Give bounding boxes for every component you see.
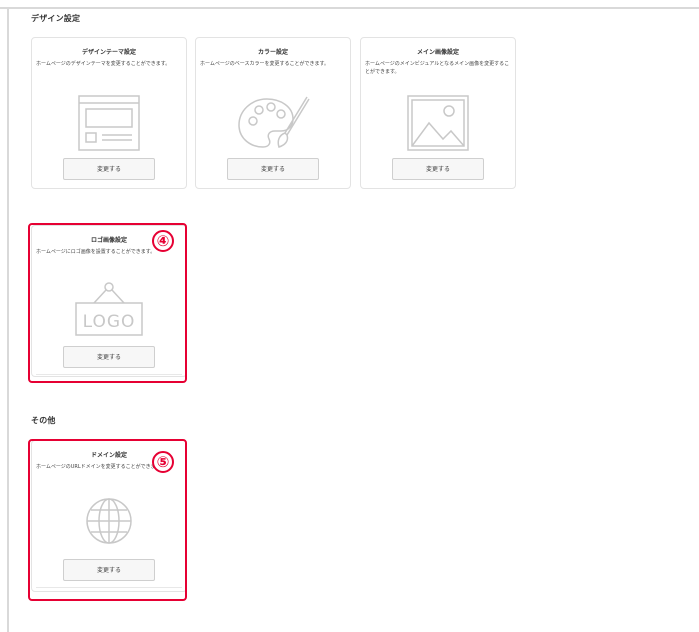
step-5-badge: ⑤: [152, 451, 174, 473]
picture-icon: [407, 95, 469, 151]
frame-top-border: [0, 7, 699, 9]
card-description: ホームページのメインビジュアルとなるメイン画像を変更することができます。: [365, 61, 510, 75]
palette-icon: [238, 96, 310, 148]
card-description: ホームページのデザインテーマを変更することができます。: [36, 61, 171, 67]
frame-left-border: [7, 7, 9, 632]
card-title: カラー設定: [257, 49, 288, 56]
section-title-other: その他: [31, 416, 56, 425]
change-color-button[interactable]: 変更する: [227, 158, 319, 180]
step-4-badge: ④: [152, 230, 174, 252]
card-main-image: メイン画像設定 ホームページのメインビジュアルとなるメイン画像を変更することがで…: [360, 37, 516, 189]
card-description: ホームページのベースカラーを変更することができます。: [200, 61, 330, 67]
card-design-theme: デザインテーマ設定 ホームページのデザインテーマを変更することができます。 変更…: [31, 37, 187, 189]
card-color: カラー設定 ホームページのベースカラーを変更することができます。 変更する: [195, 37, 351, 189]
change-design-theme-button[interactable]: 変更する: [63, 158, 155, 180]
section-title-design: デザイン設定: [31, 14, 81, 23]
layout-template-icon: [78, 95, 140, 151]
change-main-image-button[interactable]: 変更する: [392, 158, 484, 180]
card-title: メイン画像設定: [416, 49, 459, 56]
card-title: デザインテーマ設定: [81, 49, 136, 56]
